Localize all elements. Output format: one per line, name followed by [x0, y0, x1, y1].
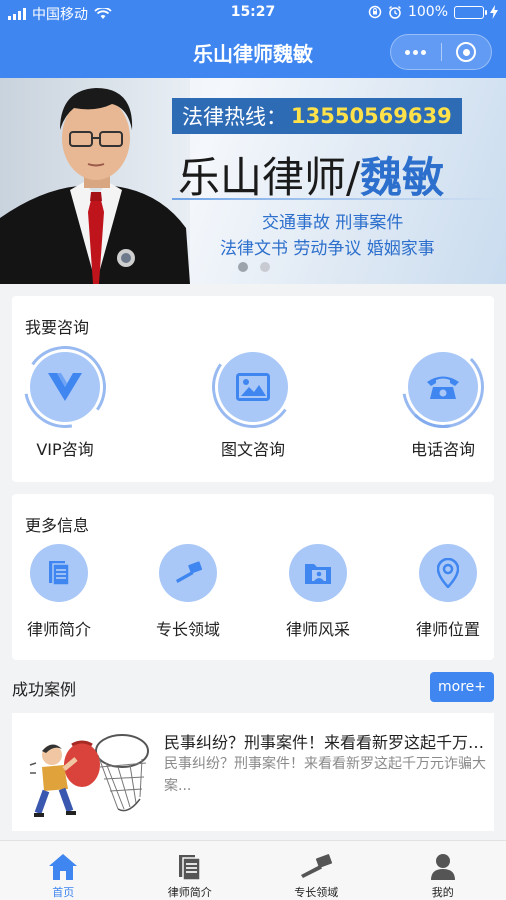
charging-icon [490, 5, 498, 19]
status-right: 100% [368, 4, 498, 20]
mini-program-capsule [390, 34, 492, 70]
carousel-dot-2[interactable] [260, 262, 270, 272]
image-text-consult-label: 图文咨询 [220, 440, 285, 459]
gavel-icon [176, 561, 203, 583]
phone-icon [427, 376, 459, 399]
case-description: 民事纠纷？刑事案件！来看看新罗这起千万元诈骗大案... [164, 756, 486, 794]
case-title: 民事纠纷？刑事案件！来看看新罗这起千万元诈骗大案 [164, 733, 490, 752]
bottom-tab-bar: 首页 律师简介 专长领域 我的 [0, 840, 506, 900]
vip-consult-icon-wrap [7, 329, 123, 445]
carousel-dot-1[interactable] [238, 262, 248, 272]
nav-bar: 乐山律师魏敏 [0, 26, 506, 78]
location-pin-icon [437, 558, 459, 588]
tab-home[interactable]: 首页 [0, 841, 127, 900]
lawyer-gallery-label: 律师风采 [285, 620, 350, 639]
image-text-consult-button[interactable]: 图文咨询 [198, 339, 308, 460]
phone-consult-button[interactable]: 电话咨询 [385, 329, 501, 460]
user-icon [430, 853, 455, 880]
more-info-section-title: 更多信息 [25, 516, 90, 535]
phone-consult-icon-wrap [385, 329, 501, 445]
tab-home-label: 首页 [52, 886, 75, 899]
battery-percent: 100% [407, 4, 448, 20]
alarm-icon [388, 5, 401, 19]
vip-consult-label: VIP咨询 [36, 440, 94, 459]
photo-folder-icon [305, 564, 331, 584]
case-list-item[interactable]: 民事纠纷？刑事案件！来看看新罗这起千万元诈骗大案 民事纠纷？刑事案件！来看看新罗… [12, 713, 494, 831]
banner-heading-name: 魏敏 [360, 153, 445, 202]
more-options-button[interactable] [391, 35, 441, 69]
vip-icon-circle [30, 352, 100, 422]
vip-consult-button[interactable]: VIP咨询 [7, 329, 123, 460]
expertise-button[interactable]: 专长领域 [138, 544, 238, 640]
lawyer-profile-icon-circle [30, 544, 88, 602]
home-icon [49, 853, 78, 880]
lawyer-gallery-icon-circle [289, 544, 347, 602]
lawyer-location-button[interactable]: 律师位置 [398, 544, 498, 640]
target-icon [456, 42, 477, 62]
banner-divider [172, 198, 498, 200]
success-cases-title: 成功案例 [12, 680, 77, 699]
consult-section: 我要咨询 VIP咨询 图文咨询 电话咨询 [7, 296, 501, 482]
tab-expertise-label: 专长领域 [294, 886, 339, 899]
status-bar: 中国移动 15:27 100% [0, 0, 506, 26]
tab-lawyer-profile-label: 律师简介 [167, 886, 212, 899]
hotline-box[interactable]: 法律热线： 13550569639 [172, 98, 462, 134]
tab-mine-icon-wrap [426, 851, 460, 882]
document-icon [49, 561, 70, 586]
banner-heading: 乐山律师/魏敏 [178, 144, 444, 205]
banner-tags-line2: 法律文书 劳动争议 婚姻家事 [220, 239, 435, 259]
lawyer-portrait [0, 78, 190, 284]
image-consult-icon-wrap [205, 339, 301, 435]
close-mini-program-button[interactable] [441, 35, 491, 69]
phone-consult-label: 电话咨询 [410, 440, 475, 459]
expertise-label: 专长领域 [155, 620, 220, 639]
hotline-number: 13550569639 [291, 104, 452, 128]
image-icon [236, 373, 270, 401]
lawyer-gallery-button[interactable]: 律师风采 [268, 544, 368, 640]
document-icon [178, 854, 201, 881]
tab-expertise-icon-wrap [299, 851, 333, 882]
lawyer-location-label: 律师位置 [415, 620, 480, 639]
tab-lawyer-profile[interactable]: 律师简介 [127, 841, 254, 900]
consult-section-title: 我要咨询 [25, 318, 90, 337]
tab-mine[interactable]: 我的 [380, 841, 506, 900]
lock-rotation-icon [368, 5, 382, 19]
tab-home-icon-wrap [46, 851, 80, 882]
expertise-icon-circle [159, 544, 217, 602]
vip-icon [48, 373, 82, 401]
tab-profile-icon-wrap [173, 851, 207, 882]
phone-icon-circle [408, 352, 478, 422]
gavel-icon [301, 853, 333, 878]
image-icon-circle [218, 352, 288, 422]
lawyer-profile-button[interactable]: 律师简介 [9, 544, 109, 640]
tab-mine-label: 我的 [431, 886, 454, 899]
banner-carousel[interactable]: 法律热线： 13550569639 乐山律师/魏敏 交通事故 刑事案件 法律文书… [0, 78, 506, 284]
banner-tags-line1: 交通事故 刑事案件 [262, 213, 404, 233]
battery-icon [454, 5, 487, 19]
cases-more-button[interactable]: more+ [430, 672, 494, 702]
lawyer-profile-label: 律师简介 [26, 620, 91, 639]
more-info-section: 更多信息 律师简介 专长领域 律师风采 律师位置 [12, 494, 494, 660]
case-thumbnail [24, 725, 152, 821]
tab-expertise[interactable]: 专长领域 [253, 841, 380, 900]
carousel-indicator [238, 262, 270, 272]
hotline-label: 法律热线： [182, 105, 287, 129]
banner-heading-prefix: 乐山律师/ [178, 153, 361, 202]
lawyer-location-icon-circle [419, 544, 477, 602]
